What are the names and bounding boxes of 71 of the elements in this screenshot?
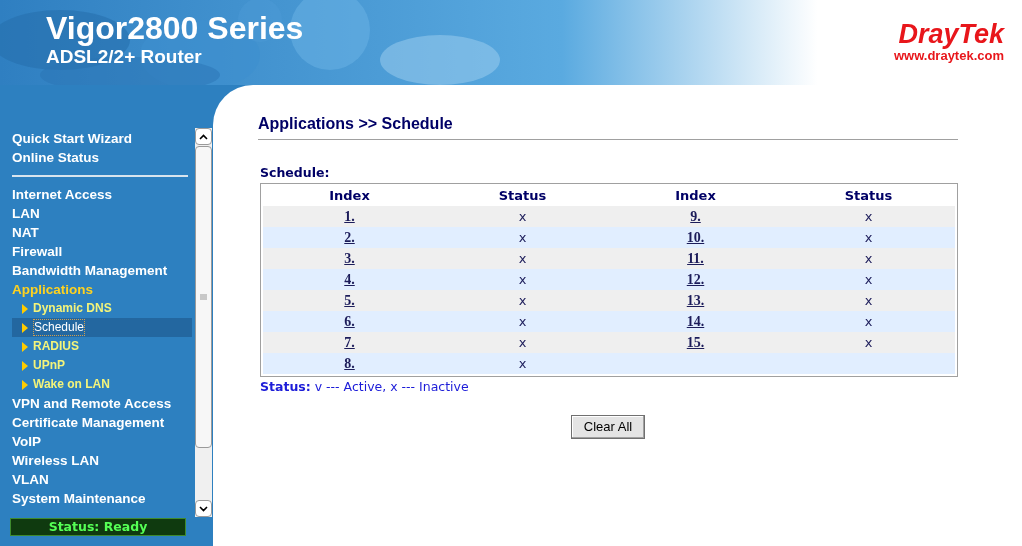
triangle-icon: [22, 379, 28, 390]
index-link[interactable]: 12.: [686, 272, 705, 287]
scroll-up-icon[interactable]: [195, 128, 212, 145]
index-link[interactable]: 8.: [344, 356, 355, 371]
status-cell: x: [518, 292, 527, 308]
scroll-thumb[interactable]: [195, 146, 212, 448]
triangle-icon: [22, 322, 28, 333]
index-link[interactable]: 1.: [344, 209, 355, 224]
status-cell: x: [864, 334, 873, 350]
menu-item[interactable]: Certificate Management: [12, 413, 165, 432]
menu-item[interactable]: Firewall: [12, 242, 63, 261]
submenu-item[interactable]: Wake on LAN: [12, 375, 192, 394]
status-bar: Status: Ready: [10, 518, 186, 536]
index-link[interactable]: 14.: [686, 314, 705, 329]
menu-item[interactable]: LAN: [12, 204, 40, 223]
submenu-item[interactable]: RADIUS: [12, 337, 192, 356]
triangle-icon: [22, 341, 28, 352]
menu-item[interactable]: System Maintenance: [12, 489, 146, 508]
index-link[interactable]: 10.: [686, 230, 705, 245]
status-cell: x: [518, 229, 527, 245]
index-link[interactable]: 6.: [344, 314, 355, 329]
table-caption: Schedule:: [260, 166, 330, 180]
product-subtitle: ADSL2/2+ Router: [46, 46, 203, 68]
product-title: Vigor2800 Series: [46, 10, 304, 46]
index-link[interactable]: 3.: [344, 251, 355, 266]
column-header: Status: [782, 186, 955, 206]
menu-item[interactable]: VPN and Remote Access: [12, 394, 172, 413]
index-link[interactable]: 11.: [687, 251, 704, 266]
status-cell: x: [864, 229, 873, 245]
index-link[interactable]: 7.: [344, 335, 355, 350]
status-legend: Status: v --- Active, x --- Inactive: [260, 379, 469, 395]
submenu-item[interactable]: Schedule: [12, 318, 192, 337]
menu-item[interactable]: Bandwidth Management: [12, 261, 168, 280]
index-link[interactable]: 13.: [686, 293, 705, 308]
menu-item[interactable]: Online Status: [12, 148, 99, 167]
menu-item[interactable]: Quick Start Wizard: [12, 129, 132, 148]
column-header: Status: [436, 186, 609, 206]
scroll-down-icon[interactable]: [195, 500, 212, 517]
status-cell: x: [518, 355, 527, 371]
index-link[interactable]: 2.: [344, 230, 355, 245]
menu-item[interactable]: VLAN: [12, 470, 49, 489]
menu-item[interactable]: VoIP: [12, 432, 41, 451]
website-link[interactable]: www.draytek.com: [893, 48, 1004, 63]
menu-item[interactable]: Wireless LAN: [12, 451, 99, 470]
column-header: Index: [263, 186, 436, 206]
triangle-icon: [22, 303, 28, 314]
status-cell: x: [864, 208, 873, 224]
column-header: Index: [609, 186, 782, 206]
brand-logo: DrayTek: [898, 20, 1004, 48]
status-cell: x: [864, 250, 873, 266]
menu-item[interactable]: Internet Access: [12, 185, 113, 204]
index-link[interactable]: 15.: [686, 335, 705, 350]
status-cell: x: [864, 313, 873, 329]
clear-all-button[interactable]: Clear All: [570, 415, 646, 439]
menu-item[interactable]: Applications: [12, 280, 93, 299]
status-cell: x: [518, 334, 527, 350]
index-link[interactable]: 9.: [690, 209, 701, 224]
status-cell: x: [518, 271, 527, 287]
submenu-item[interactable]: UPnP: [12, 356, 192, 375]
status-cell: x: [518, 313, 527, 329]
status-cell: x: [864, 271, 873, 287]
status-cell: x: [864, 292, 873, 308]
triangle-icon: [22, 360, 28, 371]
menu-item[interactable]: NAT: [12, 223, 39, 242]
page-title: Applications >> Schedule: [258, 115, 454, 133]
submenu-item[interactable]: Dynamic DNS: [12, 299, 192, 318]
status-cell: x: [518, 250, 527, 266]
index-link[interactable]: 5.: [344, 293, 355, 308]
scrollbar[interactable]: [195, 128, 212, 517]
index-link[interactable]: 4.: [344, 272, 355, 287]
status-cell: x: [518, 208, 527, 224]
